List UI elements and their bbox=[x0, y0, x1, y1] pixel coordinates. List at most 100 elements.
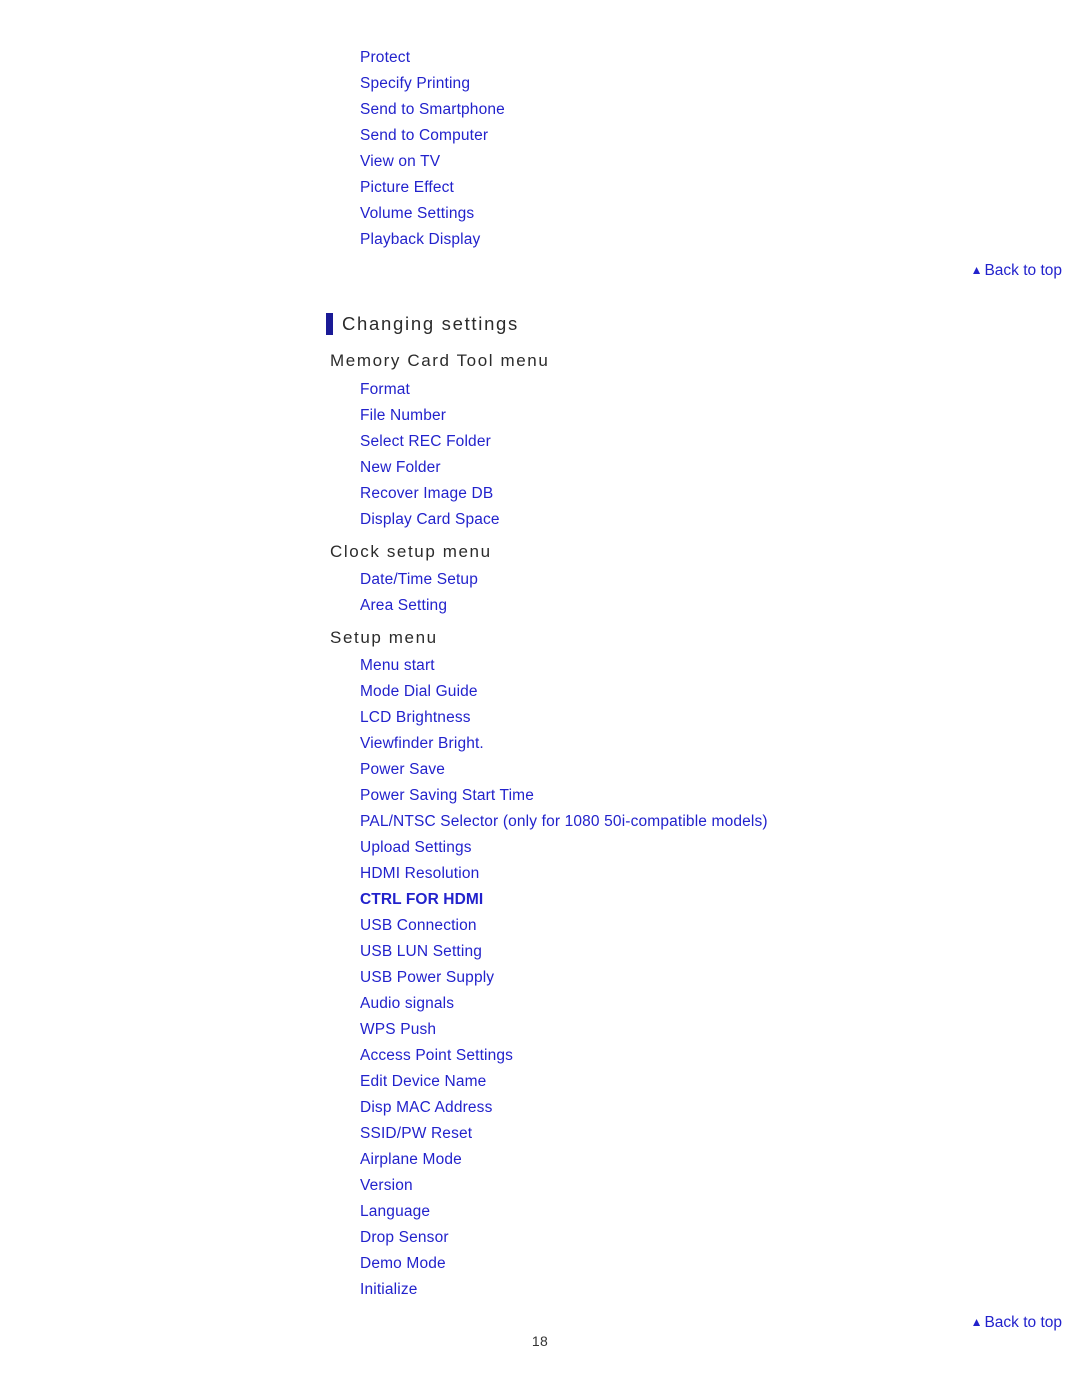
doc-link[interactable]: Select REC Folder bbox=[360, 429, 491, 455]
list-item: Recover Image DB bbox=[360, 481, 500, 507]
doc-link[interactable]: Menu start bbox=[360, 653, 435, 679]
list-item: Volume Settings bbox=[360, 201, 505, 227]
list-item: Language bbox=[360, 1199, 768, 1225]
doc-link[interactable]: WPS Push bbox=[360, 1017, 436, 1043]
triangle-up-icon: ▲ bbox=[970, 263, 983, 277]
doc-link[interactable]: Audio signals bbox=[360, 991, 454, 1017]
list-item: Picture Effect bbox=[360, 175, 505, 201]
clock-setup-menu-link-list: Date/Time Setup Area Setting bbox=[360, 567, 478, 619]
list-item: Select REC Folder bbox=[360, 429, 500, 455]
doc-link[interactable]: Access Point Settings bbox=[360, 1043, 513, 1069]
list-item: Disp MAC Address bbox=[360, 1095, 768, 1121]
doc-link[interactable]: Playback Display bbox=[360, 227, 480, 253]
triangle-up-icon: ▲ bbox=[970, 1315, 983, 1329]
playback-menu-link-list: Protect Specify Printing Send to Smartphon… bbox=[360, 45, 505, 253]
doc-link[interactable]: Specify Printing bbox=[360, 71, 470, 97]
list-item: Specify Printing bbox=[360, 71, 505, 97]
back-to-top-link-bottom[interactable]: ▲ Back to top bbox=[971, 1312, 1062, 1333]
doc-link[interactable]: SSID/PW Reset bbox=[360, 1121, 472, 1147]
heading-accent-bar bbox=[326, 313, 333, 335]
list-item: Power Save bbox=[360, 757, 768, 783]
back-to-top-link[interactable]: ▲ Back to top bbox=[971, 260, 1062, 281]
list-item: WPS Push bbox=[360, 1017, 768, 1043]
list-item: Area Setting bbox=[360, 593, 478, 619]
list-item: Playback Display bbox=[360, 227, 505, 253]
list-item: Mode Dial Guide bbox=[360, 679, 768, 705]
doc-link[interactable]: Power Save bbox=[360, 757, 445, 783]
doc-link[interactable]: Power Saving Start Time bbox=[360, 783, 534, 809]
list-item: Display Card Space bbox=[360, 507, 500, 533]
list-item: Version bbox=[360, 1173, 768, 1199]
list-item: LCD Brightness bbox=[360, 705, 768, 731]
list-item: Access Point Settings bbox=[360, 1043, 768, 1069]
sub-heading-setup-menu: Setup menu bbox=[330, 628, 438, 647]
list-item: USB LUN Setting bbox=[360, 939, 768, 965]
back-to-top-label: Back to top bbox=[984, 1314, 1062, 1331]
doc-link[interactable]: USB Connection bbox=[360, 913, 477, 939]
doc-link[interactable]: View on TV bbox=[360, 149, 440, 175]
list-item: Initialize bbox=[360, 1277, 768, 1303]
section-heading-changing-settings: Changing settings bbox=[326, 313, 519, 335]
doc-link[interactable]: Language bbox=[360, 1199, 430, 1225]
doc-link[interactable]: Display Card Space bbox=[360, 507, 500, 533]
memory-card-tool-menu-link-list: Format File Number Select REC Folder New Fo… bbox=[360, 377, 500, 533]
doc-link[interactable]: Send to Computer bbox=[360, 123, 488, 149]
doc-link[interactable]: Protect bbox=[360, 45, 410, 71]
sub-heading-memory-card-tool-menu: Memory Card Tool menu bbox=[330, 351, 550, 370]
setup-menu-link-list: Menu start Mode Dial Guide LCD Brightness V… bbox=[360, 653, 768, 1303]
doc-link[interactable]: Format bbox=[360, 377, 410, 403]
list-item: CTRL FOR HDMI bbox=[360, 887, 768, 913]
doc-link[interactable]: Demo Mode bbox=[360, 1251, 446, 1277]
doc-link[interactable]: Send to Smartphone bbox=[360, 97, 505, 123]
doc-link[interactable]: Area Setting bbox=[360, 593, 447, 619]
doc-link[interactable]: PAL/NTSC Selector (only for 1080 50i-com… bbox=[360, 809, 768, 835]
list-item: Format bbox=[360, 377, 500, 403]
doc-link[interactable]: USB LUN Setting bbox=[360, 939, 482, 965]
doc-link[interactable]: Recover Image DB bbox=[360, 481, 493, 507]
page-number: 18 bbox=[531, 1333, 549, 1349]
list-item: HDMI Resolution bbox=[360, 861, 768, 887]
list-item: Protect bbox=[360, 45, 505, 71]
list-item: Send to Computer bbox=[360, 123, 505, 149]
doc-link[interactable]: LCD Brightness bbox=[360, 705, 471, 731]
doc-link[interactable]: Volume Settings bbox=[360, 201, 474, 227]
doc-link[interactable]: USB Power Supply bbox=[360, 965, 494, 991]
list-item: Date/Time Setup bbox=[360, 567, 478, 593]
list-item: New Folder bbox=[360, 455, 500, 481]
doc-link[interactable]: Disp MAC Address bbox=[360, 1095, 492, 1121]
doc-link[interactable]: File Number bbox=[360, 403, 446, 429]
doc-link[interactable]: CTRL FOR HDMI bbox=[360, 887, 483, 913]
list-item: SSID/PW Reset bbox=[360, 1121, 768, 1147]
list-item: Send to Smartphone bbox=[360, 97, 505, 123]
sub-heading-clock-setup-menu: Clock setup menu bbox=[330, 542, 492, 561]
list-item: Menu start bbox=[360, 653, 768, 679]
doc-link[interactable]: Date/Time Setup bbox=[360, 567, 478, 593]
list-item: PAL/NTSC Selector (only for 1080 50i-com… bbox=[360, 809, 768, 835]
list-item: Demo Mode bbox=[360, 1251, 768, 1277]
list-item: Power Saving Start Time bbox=[360, 783, 768, 809]
page-title: Changing settings bbox=[342, 313, 519, 334]
doc-link[interactable]: Mode Dial Guide bbox=[360, 679, 478, 705]
doc-link[interactable]: Picture Effect bbox=[360, 175, 454, 201]
doc-link[interactable]: Viewfinder Bright. bbox=[360, 731, 484, 757]
doc-link[interactable]: Drop Sensor bbox=[360, 1225, 449, 1251]
back-to-top-label: Back to top bbox=[984, 262, 1062, 279]
list-item: File Number bbox=[360, 403, 500, 429]
list-item: Audio signals bbox=[360, 991, 768, 1017]
list-item: Drop Sensor bbox=[360, 1225, 768, 1251]
list-item: Viewfinder Bright. bbox=[360, 731, 768, 757]
list-item: Airplane Mode bbox=[360, 1147, 768, 1173]
doc-link[interactable]: Edit Device Name bbox=[360, 1069, 486, 1095]
doc-link[interactable]: Upload Settings bbox=[360, 835, 472, 861]
doc-link[interactable]: Airplane Mode bbox=[360, 1147, 462, 1173]
list-item: USB Power Supply bbox=[360, 965, 768, 991]
doc-link[interactable]: New Folder bbox=[360, 455, 441, 481]
document-page: Protect Specify Printing Send to Smartphon… bbox=[0, 0, 1080, 1397]
doc-link[interactable]: Version bbox=[360, 1173, 413, 1199]
doc-link[interactable]: HDMI Resolution bbox=[360, 861, 479, 887]
list-item: View on TV bbox=[360, 149, 505, 175]
list-item: Upload Settings bbox=[360, 835, 768, 861]
list-item: USB Connection bbox=[360, 913, 768, 939]
doc-link[interactable]: Initialize bbox=[360, 1277, 418, 1303]
list-item: Edit Device Name bbox=[360, 1069, 768, 1095]
